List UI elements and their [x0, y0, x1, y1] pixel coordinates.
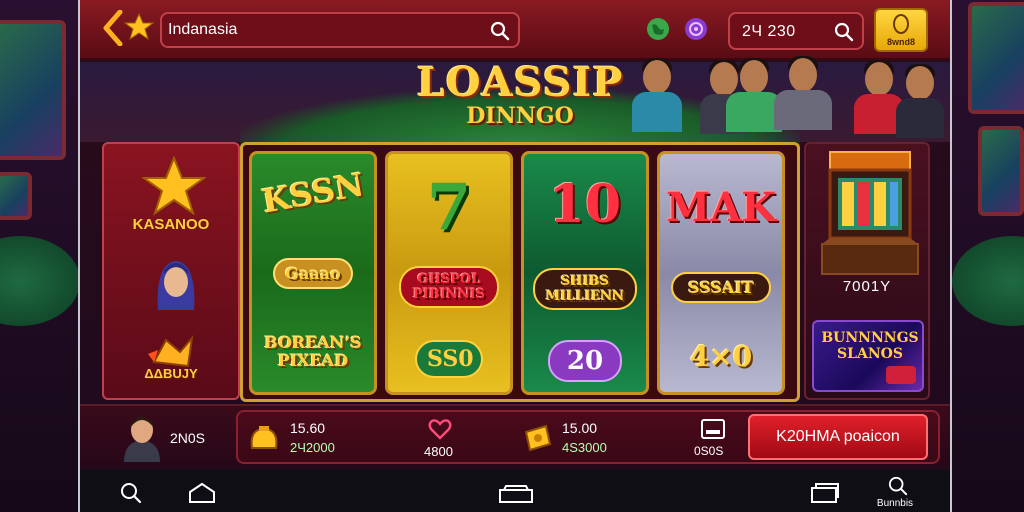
search-icon[interactable]: [888, 476, 908, 496]
promo-badge: [886, 366, 916, 384]
stat-sub-value: 4S3000: [562, 440, 607, 455]
promo-cta-button[interactable]: K20HMA poaicon: [748, 414, 928, 460]
top-bar: 2Ч 230 8wnd8: [80, 0, 950, 60]
window-icon[interactable]: [810, 482, 840, 504]
reel[interactable]: 7 GHSPOL PIBINNIS SS0: [385, 151, 513, 395]
left-menu-panel: KASANOO ΔΔBUJY: [102, 142, 240, 400]
emblem-icon[interactable]: [684, 17, 708, 41]
reel-symbol: SS0: [415, 340, 483, 378]
slot-reels: KSSN Gaaao BOREAN’S PIXEAD 7 GHSPOL PIBI…: [240, 142, 800, 402]
promo-card[interactable]: BUNNNNGS SLANOS: [812, 320, 924, 392]
search-icon[interactable]: [834, 22, 854, 42]
background-monitor: [968, 2, 1024, 114]
character-figure: [774, 56, 832, 138]
reel-symbol: 10: [548, 174, 622, 235]
stat-sub-value: 2Ч2000: [290, 440, 335, 455]
stat-value: 15.00: [562, 420, 598, 436]
stat-value: 15.60: [290, 420, 326, 436]
coin-icon: [893, 14, 909, 34]
promo-title: BUNNNNGS SLANOS: [821, 330, 919, 362]
bottom-stats-bar: 2N0S 15.60 2Ч2000 4800 15.00 4S3000 0S0S…: [80, 404, 950, 468]
star-icon[interactable]: [142, 156, 206, 216]
balance-value: 2Ч 230: [742, 23, 796, 40]
globe-icon[interactable]: [646, 17, 670, 41]
reel-symbol: MAK: [665, 184, 777, 231]
character-figure: [896, 64, 944, 140]
character-figure: [632, 58, 682, 138]
arcade-machine-icon[interactable]: [816, 148, 924, 278]
search-icon[interactable]: [120, 482, 142, 504]
background-monitor: [0, 172, 32, 220]
user-avatar[interactable]: [118, 412, 166, 462]
stats-panel: 15.60 2Ч2000 4800 15.00 4S3000 0S0S K20H…: [236, 410, 940, 464]
bottom-nav-bar: Bunnbis: [80, 470, 950, 512]
home-icon[interactable]: [188, 482, 216, 504]
back-chevron-icon[interactable]: [102, 10, 124, 46]
avatar-icon[interactable]: [148, 252, 204, 312]
reel-symbol: Gaaao: [273, 258, 353, 289]
reel-symbol: SHIBS MILLIENN: [533, 268, 637, 310]
game-logo: LOASSIP DINNGO: [410, 62, 630, 132]
left-panel-label[interactable]: ΔΔBUJY: [104, 366, 238, 381]
app-screen: 2Ч 230 8wnd8 LOASSIP DINNGO: [78, 0, 952, 512]
coin-button[interactable]: 8wnd8: [874, 8, 928, 52]
logo-subtitle: DINNGO: [466, 103, 574, 129]
gold-bag-icon: [250, 426, 278, 449]
left-panel-label[interactable]: KASANOO: [104, 216, 238, 233]
nav-label[interactable]: Bunnbis: [870, 498, 920, 509]
balance-box[interactable]: 2Ч 230: [728, 12, 864, 50]
reel-symbol: 20: [548, 340, 622, 382]
reel-symbol: 7: [426, 170, 472, 245]
logo-title: LOASSIP: [416, 59, 624, 106]
reel[interactable]: 10 SHIBS MILLIENN 20: [521, 151, 649, 395]
search-box[interactable]: [160, 12, 520, 48]
heart-icon[interactable]: [428, 418, 452, 440]
background-monitor: [978, 126, 1024, 216]
reel[interactable]: MAK SSSAIT 4×0: [657, 151, 785, 395]
right-panel-label: 7001Y: [842, 278, 892, 295]
device-icon[interactable]: [700, 418, 726, 440]
reel-symbol: BOREAN’S PIXEAD: [264, 333, 362, 370]
reel-symbol: SSSAIT: [671, 272, 771, 303]
gold-chip-icon: [524, 424, 552, 452]
device-value: 0S0S: [694, 444, 724, 458]
reel-symbol: 4×0: [689, 340, 753, 373]
star-icon: [124, 12, 154, 41]
background-left: [0, 0, 80, 512]
reel-symbol: KSSN: [259, 165, 367, 221]
background-table: [0, 236, 80, 326]
right-side-panel: 7001Y BUNNNNGS SLANOS: [804, 142, 930, 400]
coin-label: 8wnd8: [886, 37, 915, 47]
background-monitor: [0, 20, 66, 160]
search-input[interactable]: [168, 14, 478, 46]
background-right: [952, 0, 1024, 512]
search-icon[interactable]: [490, 21, 510, 41]
user-label: 2N0S: [170, 430, 206, 446]
reel-symbol: GHSPOL PIBINNIS: [399, 266, 499, 308]
stack-icon[interactable]: [498, 482, 534, 504]
reel[interactable]: KSSN Gaaao BOREAN’S PIXEAD: [249, 151, 377, 395]
heart-value: 4800: [424, 444, 453, 459]
background-table: [952, 236, 1024, 326]
